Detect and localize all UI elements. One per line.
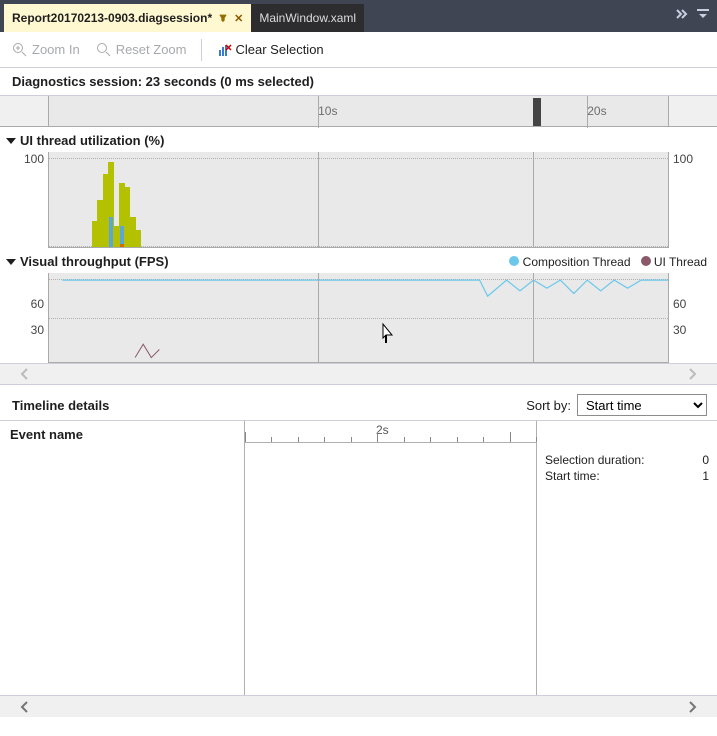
legend-comp: Composition Thread [523,255,631,269]
timeline-details-title: Timeline details [12,398,109,413]
fps-legend: Composition Thread UI Thread [509,255,707,269]
ui-util-chart[interactable]: 100 100 [0,152,717,248]
fps-title: Visual throughput (FPS) [20,254,169,269]
event-name-header: Event name [0,421,244,448]
zoom-in-label: Zoom In [32,42,80,57]
gridline [533,152,534,247]
axis-right-60: 60 [673,297,713,311]
event-timeline-column[interactable]: 2s [245,421,537,695]
scroll-left-icon[interactable] [18,700,32,714]
document-tabstrip: Report20170213-0903.diagsession* ✕ MainW… [0,0,717,32]
sort-label: Sort by: [526,398,571,413]
scroll-right-icon[interactable] [685,367,699,381]
event-name-column: Event name [0,421,245,695]
time-marker[interactable] [533,98,541,126]
fps-section-header[interactable]: Visual throughput (FPS) Composition Thre… [0,248,717,273]
tab-overflow-controls [673,6,711,22]
diagnostics-toolbar: Zoom In Reset Zoom Clear Selection [0,32,717,68]
tab-label: MainWindow.xaml [259,11,356,25]
overflow-chevrons-icon[interactable] [673,6,689,22]
chart-nav-row [0,363,717,385]
clear-selection-label: Clear Selection [236,42,324,57]
diagnostics-summary: Diagnostics session: 23 seconds (0 ms se… [0,68,717,95]
gridline [318,152,319,247]
pin-icon[interactable] [218,13,228,23]
selection-info-panel: Selection duration: 0 Start time: 1 [537,421,717,695]
sort-dropdown[interactable]: Start time [577,394,707,416]
bar [135,230,141,247]
dropdown-icon[interactable] [695,6,711,22]
tab-diagsession[interactable]: Report20170213-0903.diagsession* ✕ [4,4,251,32]
start-time-label: Start time: [545,469,600,483]
tab-label: Report20170213-0903.diagsession* [12,11,212,25]
axis-left-60: 60 [4,297,44,311]
axis-left-30: 30 [4,323,44,337]
gridline [318,273,319,362]
fps-chart[interactable]: 60 30 60 30 [0,273,717,363]
scroll-right-icon[interactable] [685,700,699,714]
sort-control: Sort by: Start time [526,394,707,416]
horizontal-scrollbar[interactable] [0,695,717,717]
reset-zoom-button[interactable]: Reset Zoom [92,39,191,61]
scroll-left-icon[interactable] [18,367,32,381]
timeline-details-panel: Timeline details Sort by: Start time Eve… [0,385,717,695]
gridline [533,273,534,362]
axis-left-label: 100 [4,152,44,166]
axis-right-label: 100 [673,152,713,166]
ui-util-title: UI thread utilization (%) [20,133,164,148]
sel-dur-label: Selection duration: [545,453,644,467]
legend-ui: UI Thread [654,255,707,269]
collapse-icon[interactable] [6,259,16,265]
toolbar-separator [201,39,202,61]
timeline-ruler[interactable]: 10s20s [0,95,717,127]
collapse-icon[interactable] [6,138,16,144]
close-icon[interactable]: ✕ [234,12,243,25]
ui-util-section-header[interactable]: UI thread utilization (%) [0,127,717,152]
tab-mainwindow[interactable]: MainWindow.xaml [251,4,365,32]
reset-zoom-label: Reset Zoom [116,42,187,57]
start-time-value: 1 [702,469,709,483]
clear-selection-button[interactable]: Clear Selection [212,39,328,61]
axis-right-30: 30 [673,323,713,337]
zoom-in-button[interactable]: Zoom In [8,39,84,61]
sel-dur-value: 0 [702,453,709,467]
